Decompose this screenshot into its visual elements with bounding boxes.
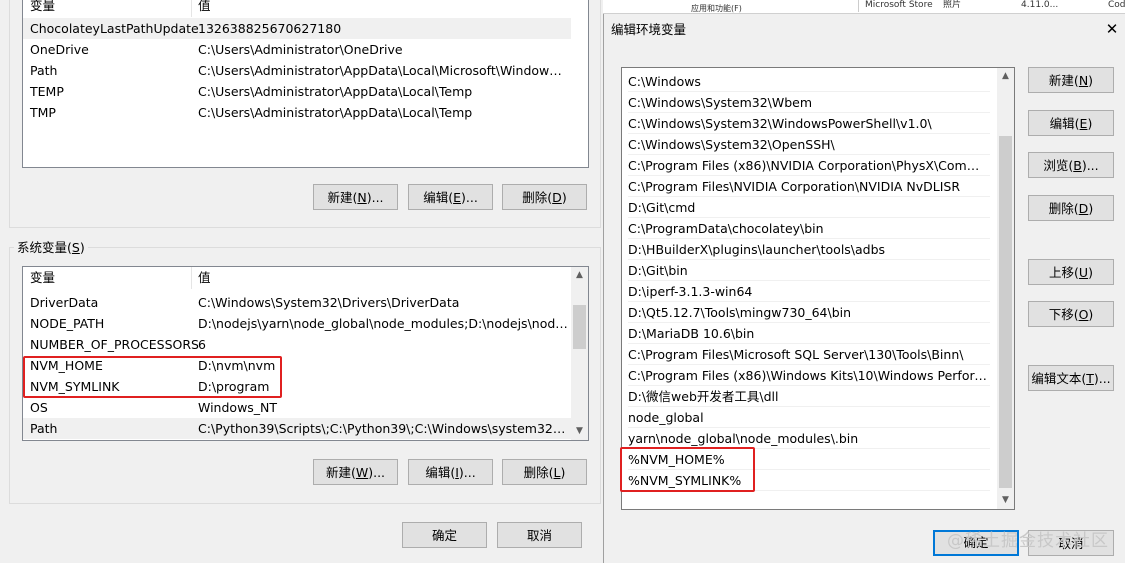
path-list-item[interactable]: D:\微信web开发者工具\dll <box>628 386 990 407</box>
table-row[interactable]: NUMBER_OF_PROCESSORS 6 <box>23 334 571 355</box>
system-new-button[interactable]: 新建(W)... <box>313 459 398 485</box>
table-row[interactable]: Path C:\Python39\Scripts\;C:\Python39\;C:… <box>23 418 571 439</box>
user-variables-list[interactable]: 变量 值 ChocolateyLastPathUpdate 13263882567… <box>22 0 589 168</box>
table-row[interactable]: TEMP C:\Users\Administrator\AppData\Local… <box>23 81 571 102</box>
path-list[interactable]: C:\Windows C:\Windows\System32\Wbem C:\Win… <box>621 67 1015 510</box>
user-new-button[interactable]: 新建(N)... <box>313 184 398 210</box>
column-header-value[interactable]: 值 <box>198 267 568 289</box>
path-list-item[interactable]: D:\Qt5.12.7\Tools\mingw730_64\bin <box>628 302 990 323</box>
column-header-value[interactable]: 值 <box>198 0 568 17</box>
system-variables-list[interactable]: 变量 值 DriverData C:\Windows\System32\Drive… <box>22 266 589 441</box>
table-row[interactable]: ChocolateyLastPathUpdate 1326388256706271… <box>23 18 571 39</box>
edit-text-button[interactable]: 编辑文本(T)... <box>1028 365 1114 391</box>
path-list-item[interactable]: D:\iperf-3.1.3-win64 <box>628 281 990 302</box>
scroll-thumb[interactable] <box>999 136 1012 488</box>
path-list-item[interactable]: yarn\node_global\node_modules\.bin <box>628 428 990 449</box>
new-path-button[interactable]: 新建(N) <box>1028 67 1114 93</box>
scroll-down-icon[interactable]: ▼ <box>997 492 1014 509</box>
path-list-scrollbar[interactable]: ▲ ▼ <box>997 68 1014 509</box>
nvm-path-highlight <box>620 447 755 492</box>
table-row[interactable]: Path C:\Users\Administrator\AppData\Local… <box>23 60 571 81</box>
path-list-item[interactable]: C:\Program Files\Microsoft SQL Server\13… <box>628 344 990 365</box>
path-list-item[interactable]: node_global <box>628 407 990 428</box>
path-list-item[interactable]: C:\Program Files (x86)\NVIDIA Corporatio… <box>628 155 990 176</box>
table-row[interactable]: OneDrive C:\Users\Administrator\OneDrive <box>23 39 571 60</box>
dialog-title: 编辑环境变量 <box>611 22 687 37</box>
scroll-thumb[interactable] <box>573 305 586 349</box>
system-delete-button[interactable]: 删除(L) <box>502 459 587 485</box>
column-header-name[interactable]: 变量 <box>30 0 55 17</box>
system-variables-header: 变量 值 <box>23 267 588 289</box>
table-row[interactable]: NODE_PATH D:\nodejs\yarn\node_global\node… <box>23 313 571 334</box>
system-edit-button[interactable]: 编辑(I)... <box>408 459 493 485</box>
scroll-down-icon[interactable]: ▼ <box>571 423 588 440</box>
table-row[interactable]: OS Windows_NT <box>23 397 571 418</box>
scroll-up-icon[interactable]: ▲ <box>997 68 1014 85</box>
path-list-item[interactable]: D:\Git\bin <box>628 260 990 281</box>
path-list-item[interactable]: D:\Git\cmd <box>628 197 990 218</box>
path-list-item[interactable]: C:\Windows\System32\WindowsPowerShell\v1… <box>628 113 990 134</box>
scroll-up-icon[interactable]: ▲ <box>571 267 588 284</box>
ok-button[interactable]: 确定 <box>402 522 487 548</box>
watermark: @稀土掘金技术社区 <box>947 531 1109 551</box>
user-variables-header: 变量 值 <box>23 0 588 17</box>
table-row[interactable]: DriverData C:\Windows\System32\Drivers\Dr… <box>23 292 571 313</box>
cancel-button[interactable]: 取消 <box>497 522 582 548</box>
path-list-item[interactable]: D:\MariaDB 10.6\bin <box>628 323 990 344</box>
system-variables-scrollbar[interactable]: ▲ ▼ <box>571 267 588 440</box>
edit-environment-variable-dialog: 编辑环境变量 ✕ C:\Windows C:\Windows\System32\W… <box>603 14 1125 563</box>
browse-button[interactable]: 浏览(B)... <box>1028 152 1114 178</box>
column-header-name[interactable]: 变量 <box>30 267 55 289</box>
move-up-button[interactable]: 上移(U) <box>1028 259 1114 285</box>
close-icon[interactable]: ✕ <box>1102 19 1122 39</box>
path-list-item[interactable]: C:\ProgramData\chocolatey\bin <box>628 218 990 239</box>
path-list-item[interactable]: C:\Windows\System32\Wbem <box>628 92 990 113</box>
path-list-item[interactable]: C:\Program Files\NVIDIA Corporation\NVID… <box>628 176 990 197</box>
path-list-item[interactable]: C:\Windows <box>628 71 990 92</box>
background-window-strip: 应用和功能(F) Microsoft Store 照片 4.11.0... Co… <box>603 0 1125 14</box>
path-list-item[interactable]: C:\Windows\System32\OpenSSH\ <box>628 134 990 155</box>
path-list-item[interactable]: D:\HBuilderX\plugins\launcher\tools\adbs <box>628 239 990 260</box>
nvm-variables-highlight <box>23 356 282 398</box>
environment-variables-dialog: 变量 值 ChocolateyLastPathUpdate 13263882567… <box>0 0 602 563</box>
move-down-button[interactable]: 下移(O) <box>1028 301 1114 327</box>
table-row[interactable]: TMP C:\Users\Administrator\AppData\Local\… <box>23 102 571 123</box>
user-edit-button[interactable]: 编辑(E)... <box>408 184 493 210</box>
system-variables-title: 系统变量(S) <box>14 239 88 257</box>
path-list-item[interactable]: C:\Program Files (x86)\Windows Kits\10\W… <box>628 365 990 386</box>
edit-path-button[interactable]: 编辑(E) <box>1028 110 1114 136</box>
delete-path-button[interactable]: 删除(D) <box>1028 195 1114 221</box>
user-delete-button[interactable]: 删除(D) <box>502 184 587 210</box>
